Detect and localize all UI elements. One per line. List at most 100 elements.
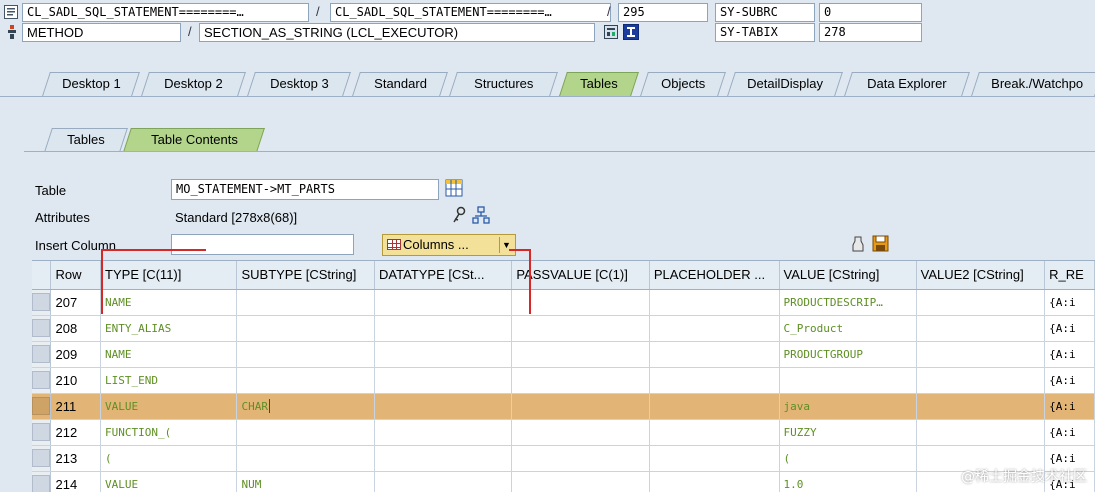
column-header-passvalue[interactable]: PASSVALUE [C(1)]: [511, 261, 650, 290]
cell-row[interactable]: 208: [50, 315, 102, 342]
cell-value2[interactable]: [916, 419, 1046, 446]
column-header-placeholder[interactable]: PLACEHOLDER ...: [649, 261, 780, 290]
sysvar2-name-field[interactable]: SY-TABIX: [715, 23, 815, 42]
cell-type[interactable]: NAME: [100, 341, 238, 368]
tab-desktop-3[interactable]: Desktop 3: [247, 72, 351, 96]
tab-detaildisplay[interactable]: DetailDisplay: [727, 72, 843, 96]
sysvar-value-field[interactable]: 0: [819, 3, 922, 22]
table-row[interactable]: 213(({A:i: [32, 445, 1095, 472]
column-header-value[interactable]: VALUE [CString]: [779, 261, 917, 290]
cell-row[interactable]: 210: [50, 367, 102, 394]
cell-datatype[interactable]: [374, 393, 513, 420]
table-view-icon[interactable]: [445, 179, 463, 197]
row-selector[interactable]: [32, 393, 52, 420]
cell-placeholder[interactable]: [649, 471, 780, 492]
cell-passvalue[interactable]: [511, 419, 650, 446]
cell-passvalue[interactable]: [511, 289, 650, 316]
cell-passvalue[interactable]: [511, 471, 650, 492]
row-selector[interactable]: [32, 445, 52, 472]
subtab-table-contents[interactable]: Table Contents: [123, 128, 265, 152]
cell-rref[interactable]: {A:i: [1044, 341, 1095, 368]
cell-value[interactable]: 1.0: [779, 471, 917, 492]
cell-rref[interactable]: {A:i: [1044, 315, 1095, 342]
method-name-field[interactable]: SECTION_AS_STRING (LCL_EXECUTOR): [199, 23, 595, 42]
table-row[interactable]: 209 NAME PRODUCTGROUP {A:i: [32, 341, 1095, 368]
column-header-r-ref[interactable]: R_RE: [1044, 261, 1095, 290]
tab-desktop-2[interactable]: Desktop 2: [141, 72, 246, 96]
include-field[interactable]: CL_SADL_SQL_STATEMENT========…: [330, 3, 611, 22]
cell-rref[interactable]: {A:i: [1044, 367, 1095, 394]
cell-subtype[interactable]: [236, 419, 376, 446]
cell-rref[interactable]: {A:i: [1044, 393, 1095, 420]
cell-placeholder[interactable]: [649, 315, 780, 342]
cell-passvalue[interactable]: [511, 341, 650, 368]
cell-datatype[interactable]: [374, 367, 513, 394]
cell-row[interactable]: 211: [50, 393, 102, 420]
cell-type[interactable]: VALUE: [100, 471, 238, 492]
cell-placeholder[interactable]: [649, 419, 780, 446]
cell-datatype[interactable]: [374, 341, 513, 368]
cell-type[interactable]: (: [100, 445, 238, 472]
cell-datatype[interactable]: [374, 445, 513, 472]
cell-row[interactable]: 213: [50, 445, 102, 472]
cell-type[interactable]: NAME: [100, 289, 238, 316]
cell-passvalue[interactable]: [511, 445, 650, 472]
insert-column-input[interactable]: [171, 234, 354, 255]
cell-value2[interactable]: [916, 315, 1046, 342]
row-selector[interactable]: [32, 341, 52, 368]
column-header-datatype[interactable]: DATATYPE [CSt...: [374, 261, 513, 290]
table-row[interactable]: 207 NAME PRODUCTDESCRIP… {A:i: [32, 289, 1095, 316]
select-all-cell[interactable]: [32, 261, 52, 290]
cell-row[interactable]: 212: [50, 419, 102, 446]
row-selector[interactable]: [32, 315, 52, 342]
column-header-value2[interactable]: VALUE2 [CString]: [916, 261, 1046, 290]
column-header-row[interactable]: Row: [50, 261, 102, 290]
cell-value2[interactable]: [916, 341, 1046, 368]
cell-value[interactable]: [779, 367, 917, 394]
cell-subtype[interactable]: [236, 315, 376, 342]
row-selector[interactable]: [32, 289, 52, 316]
cell-subtype[interactable]: NUM: [236, 471, 376, 492]
cell-passvalue[interactable]: [511, 393, 650, 420]
cell-subtype[interactable]: [236, 289, 376, 316]
cell-passvalue[interactable]: [511, 367, 650, 394]
cell-placeholder[interactable]: [649, 393, 780, 420]
cell-type[interactable]: ENTY_ALIAS: [100, 315, 238, 342]
cell-placeholder[interactable]: [649, 341, 780, 368]
display-icon[interactable]: [604, 25, 618, 39]
tab-objects[interactable]: Objects: [640, 72, 726, 96]
tab-breakpoints-watchpoints[interactable]: Break./Watchpo: [971, 72, 1095, 96]
line-number-field[interactable]: 295: [618, 3, 708, 22]
cell-row[interactable]: 214: [50, 471, 102, 492]
tab-desktop-1[interactable]: Desktop 1: [42, 72, 140, 96]
cell-subtype[interactable]: [236, 445, 376, 472]
cell-rref[interactable]: {A:i: [1044, 419, 1095, 446]
columns-button[interactable]: Columns ... ▼: [382, 234, 516, 256]
cell-value[interactable]: C_Product: [779, 315, 917, 342]
cell-value2[interactable]: [916, 367, 1046, 394]
cell-value[interactable]: FUZZY: [779, 419, 917, 446]
table-row[interactable]: 212 FUNCTION_(FUZZY {A:i: [32, 419, 1095, 446]
cell-datatype[interactable]: [374, 315, 513, 342]
tab-standard[interactable]: Standard: [352, 72, 448, 96]
cell-placeholder[interactable]: [649, 445, 780, 472]
filter-icon[interactable]: [851, 236, 865, 253]
row-selector[interactable]: [32, 419, 52, 446]
info-icon[interactable]: [623, 24, 639, 40]
method-type-field[interactable]: METHOD: [22, 23, 181, 42]
program-field[interactable]: CL_SADL_SQL_STATEMENT========…: [22, 3, 309, 22]
cell-type[interactable]: VALUE: [100, 393, 238, 420]
structure-icon[interactable]: [472, 206, 490, 224]
cell-value[interactable]: java: [779, 393, 917, 420]
table-row[interactable]: 210 LIST_END {A:i: [32, 367, 1095, 394]
table-row[interactable]: 208 ENTY_ALIAS C_Product {A:i: [32, 315, 1095, 342]
sysvar-name-field[interactable]: SY-SUBRC: [715, 3, 815, 22]
row-selector[interactable]: [32, 471, 52, 492]
column-header-subtype[interactable]: SUBTYPE [CString]: [236, 261, 376, 290]
cell-type[interactable]: LIST_END: [100, 367, 238, 394]
cell-placeholder[interactable]: [649, 367, 780, 394]
table-row[interactable]: 214 VALUE NUM 1.0 {A:i: [32, 471, 1095, 492]
cell-row[interactable]: 207: [50, 289, 102, 316]
cell-datatype[interactable]: [374, 419, 513, 446]
tab-data-explorer[interactable]: Data Explorer: [844, 72, 970, 96]
